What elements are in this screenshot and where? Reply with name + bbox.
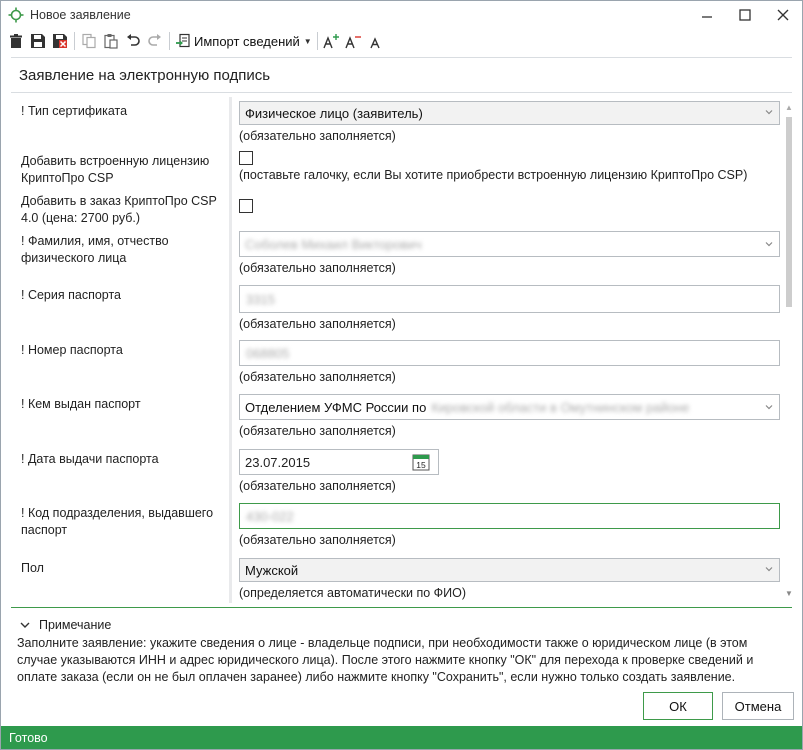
font-default-icon	[370, 37, 380, 49]
redo-button[interactable]	[144, 30, 166, 52]
cert-type-select[interactable]: Физическое лицо (заявитель)	[239, 101, 780, 125]
issue-date-input[interactable]: 23.07.2015 15	[239, 449, 439, 475]
scroll-down-icon[interactable]: ▼	[784, 589, 794, 599]
app-logo-icon	[8, 7, 24, 23]
note-toggle[interactable]: Примечание	[19, 618, 111, 632]
passport-number-value: 068805	[246, 345, 290, 361]
note-divider	[11, 607, 792, 608]
copy-icon	[82, 33, 96, 49]
toolbar: Импорт сведений ▼	[1, 29, 802, 53]
note-title: Примечание	[39, 618, 112, 632]
field-hint: (обязательно заполняется)	[239, 317, 396, 331]
passport-series-input[interactable]: 3315	[239, 285, 780, 313]
full-name-value: Соболев Михаил Викторович	[245, 236, 422, 252]
field-label: ! Тип сертификата	[21, 104, 128, 118]
minimize-icon	[702, 16, 712, 18]
save-button[interactable]	[27, 30, 49, 52]
division-code-input[interactable]: 430-022	[239, 503, 780, 529]
maximize-icon	[739, 9, 751, 21]
dropdown-caret-icon: ▼	[303, 36, 312, 46]
field-hint: (обязательно заполняется)	[239, 370, 396, 384]
field-hint: (определяется автоматически по ФИО)	[239, 586, 467, 600]
window-title: Новое заявление	[30, 8, 131, 22]
trash-icon	[10, 34, 22, 48]
issued-by-select[interactable]: Отделением УФМС России по Кировской обла…	[239, 394, 780, 420]
chevron-down-icon	[765, 242, 773, 247]
division-code-value: 430-022	[246, 508, 294, 524]
field-hint: (обязательно заполняется)	[239, 129, 396, 143]
chevron-down-icon	[765, 110, 773, 115]
redo-icon	[148, 34, 161, 46]
passport-series-value: 3315	[246, 291, 275, 307]
paste-button[interactable]	[100, 30, 122, 52]
issue-date-value: 23.07.2015	[245, 454, 311, 470]
maximize-button[interactable]	[726, 1, 764, 29]
field-hint: (обязательно заполняется)	[239, 261, 396, 275]
field-label: ! Номер паспорта	[21, 343, 123, 357]
save-close-button[interactable]	[49, 30, 71, 52]
font-increase-icon	[323, 34, 339, 49]
chevron-down-icon	[20, 622, 30, 628]
title-bar: Новое заявление	[1, 1, 802, 29]
note-text: Заполните заявление: укажите сведения о …	[17, 636, 754, 684]
calendar-icon[interactable]: 15	[412, 453, 430, 471]
cert-type-value: Физическое лицо (заявитель)	[245, 105, 423, 121]
chevron-down-icon	[765, 405, 773, 410]
builtin-license-checkbox[interactable]	[239, 151, 253, 165]
undo-button[interactable]	[122, 30, 144, 52]
add-csp-checkbox[interactable]	[239, 199, 253, 213]
copy-button[interactable]	[78, 30, 100, 52]
form-scrollbar[interactable]: ▲ ▼	[784, 97, 794, 603]
toolbar-separator	[74, 32, 75, 50]
field-hint: (обязательно заполняется)	[239, 479, 396, 493]
field-label: ! Серия паспорта	[21, 288, 122, 302]
save-close-icon	[53, 34, 67, 48]
decrease-font-button[interactable]	[343, 30, 365, 52]
field-label: Добавить встроенную лицензию КриптоПро C…	[21, 154, 210, 185]
field-label: ! Кем выдан паспорт	[21, 397, 141, 411]
import-data-label: Импорт сведений	[194, 33, 300, 49]
import-data-button[interactable]: Импорт сведений ▼	[173, 30, 314, 52]
form-title-text: Заявление на электронную подпись	[19, 66, 271, 84]
undo-icon	[127, 34, 140, 46]
form-area: ! Тип сертификата Физическое лицо (заяви…	[11, 97, 792, 603]
increase-font-button[interactable]	[321, 30, 343, 52]
minimize-button[interactable]	[688, 1, 726, 29]
field-label: ! Фамилия, имя, отчество физического лиц…	[21, 234, 169, 265]
field-label: ! Код подразделения, выдавшего паспорт	[21, 506, 214, 537]
full-name-select[interactable]: Соболев Михаил Викторович	[239, 231, 780, 257]
field-hint: (обязательно заполняется)	[239, 533, 396, 547]
field-label: Добавить в заказ КриптоПро CSP 4.0 (цена…	[21, 194, 217, 225]
ok-button[interactable]: ОК	[643, 692, 713, 720]
dialog-window: Новое заявление Импорт сведений ▼ Заявле…	[0, 0, 803, 750]
paste-icon	[104, 34, 118, 49]
toolbar-separator	[316, 32, 318, 50]
scroll-up-icon[interactable]: ▲	[784, 103, 794, 113]
field-label: Пол	[21, 561, 44, 575]
issued-by-value-rest: Кировской области в Омутнинском районе	[431, 399, 690, 415]
status-text: Готово	[9, 731, 48, 745]
status-bar: Готово	[1, 726, 802, 749]
calendar-day-text: 15	[416, 460, 426, 470]
default-font-button[interactable]	[365, 30, 387, 52]
gender-select[interactable]: Мужской	[239, 558, 780, 582]
form-title: Заявление на электронную подпись	[11, 57, 792, 93]
issued-by-value-prefix: Отделением УФМС России по	[245, 399, 427, 415]
field-label: ! Дата выдачи паспорта	[21, 452, 159, 466]
gender-value: Мужской	[245, 562, 299, 578]
toolbar-separator	[169, 32, 170, 50]
field-hint: (поставьте галочку, если Вы хотите приоб…	[239, 168, 748, 182]
field-hint: (обязательно заполняется)	[239, 424, 396, 438]
chevron-down-icon	[765, 567, 773, 572]
import-icon	[176, 33, 190, 48]
delete-button[interactable]	[5, 30, 27, 52]
scroll-thumb[interactable]	[786, 117, 792, 307]
floppy-disk-icon	[31, 34, 45, 48]
close-icon	[777, 9, 789, 21]
font-decrease-icon	[345, 36, 361, 49]
passport-number-input[interactable]: 068805	[239, 340, 780, 366]
close-button[interactable]	[764, 1, 802, 29]
cancel-button[interactable]: Отмена	[722, 692, 794, 720]
